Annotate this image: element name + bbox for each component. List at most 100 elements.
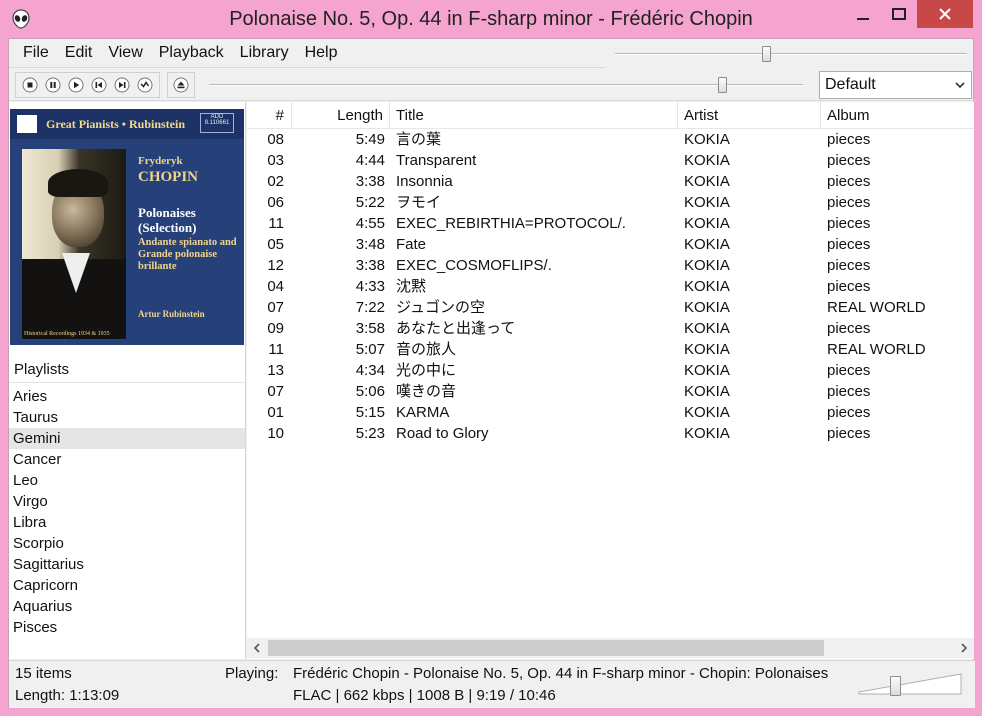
- column-album[interactable]: Album: [821, 102, 974, 129]
- track-row[interactable]: 03 4:44 Transparent KOKIA pieces: [247, 150, 974, 171]
- scroll-thumb[interactable]: [268, 640, 824, 656]
- status-volume-slider[interactable]: [857, 671, 963, 697]
- track-number: 13: [267, 362, 284, 379]
- track-number: 02: [267, 173, 284, 190]
- track-number: 03: [267, 152, 284, 169]
- random-icon: [137, 77, 153, 93]
- track-length: 5:22: [355, 194, 385, 211]
- playlist-item[interactable]: Gemini: [9, 428, 245, 449]
- play-button[interactable]: [66, 75, 86, 95]
- track-length: 7:22: [355, 299, 385, 316]
- seek-track: [209, 84, 803, 86]
- playlist-item[interactable]: Libra: [9, 512, 245, 533]
- playlist-item[interactable]: Aquarius: [9, 596, 245, 617]
- seek-thumb[interactable]: [718, 77, 727, 93]
- playlist-item[interactable]: Virgo: [9, 491, 245, 512]
- column-number[interactable]: #: [247, 102, 292, 129]
- menu-edit[interactable]: Edit: [58, 44, 100, 62]
- track-row[interactable]: 01 5:15 KARMA KOKIA pieces: [247, 402, 974, 423]
- track-row[interactable]: 04 4:33 沈黙 KOKIA pieces: [247, 276, 974, 297]
- track-row[interactable]: 07 7:22 ジュゴンの空 KOKIA REAL WORLD: [247, 297, 974, 318]
- track-row[interactable]: 05 3:48 Fate KOKIA pieces: [247, 234, 974, 255]
- status-volume-thumb[interactable]: [890, 676, 901, 696]
- track-row[interactable]: 12 3:38 EXEC_COSMOFLIPS/. KOKIA pieces: [247, 255, 974, 276]
- playlist-item[interactable]: Sagittarius: [9, 554, 245, 575]
- track-album: pieces: [827, 236, 871, 253]
- track-number: 07: [267, 383, 284, 400]
- stop-button[interactable]: [20, 75, 40, 95]
- track-album: pieces: [827, 131, 871, 148]
- dsp-preset-dropdown[interactable]: Default: [819, 71, 972, 99]
- random-button[interactable]: [135, 75, 155, 95]
- minimize-icon: [857, 18, 869, 20]
- track-title: Transparent: [396, 152, 477, 169]
- track-row[interactable]: 11 4:55 EXEC_REBIRTHIA=PROTOCOL/. KOKIA piec…: [247, 213, 974, 234]
- track-title: KARMA: [396, 404, 450, 421]
- pause-button[interactable]: [43, 75, 63, 95]
- album-performer: Artur Rubinstein: [138, 309, 205, 319]
- scroll-right-button[interactable]: [954, 638, 974, 658]
- track-artist: KOKIA: [684, 131, 730, 148]
- maximize-button[interactable]: [881, 0, 917, 28]
- track-length: 5:15: [355, 404, 385, 421]
- next-button[interactable]: [112, 75, 132, 95]
- previous-button[interactable]: [89, 75, 109, 95]
- stop-icon: [22, 77, 38, 93]
- volume-slider[interactable]: [615, 46, 967, 62]
- volume-track: [615, 53, 967, 55]
- track-number: 11: [268, 215, 284, 232]
- track-number: 04: [267, 278, 284, 295]
- playlist-item[interactable]: Cancer: [9, 449, 245, 470]
- track-title: 言の葉: [396, 131, 442, 148]
- scroll-left-button[interactable]: [247, 638, 267, 658]
- track-artist: KOKIA: [684, 341, 730, 358]
- playlist-item[interactable]: Aries: [9, 386, 245, 407]
- track-artist: KOKIA: [684, 425, 730, 442]
- seek-bar[interactable]: [209, 77, 803, 93]
- track-length: 3:58: [355, 320, 385, 337]
- next-icon: [114, 77, 130, 93]
- menu-playback[interactable]: Playback: [152, 44, 231, 62]
- playlist-item[interactable]: Taurus: [9, 407, 245, 428]
- volume-wedge: [858, 673, 962, 695]
- track-row[interactable]: 06 5:22 ヲモイ KOKIA pieces: [247, 192, 974, 213]
- track-row[interactable]: 08 5:49 言の葉 KOKIA pieces: [247, 129, 974, 150]
- column-header: # Length Title Artist Album: [247, 102, 974, 129]
- menu-library[interactable]: Library: [233, 44, 296, 62]
- eject-button[interactable]: [167, 72, 195, 98]
- track-album: pieces: [827, 257, 871, 274]
- playlist-item[interactable]: Capricorn: [9, 575, 245, 596]
- menu-help[interactable]: Help: [298, 44, 345, 62]
- track-rows: 08 5:49 言の葉 KOKIA pieces 03 4:44 Transparent KOK…: [247, 129, 974, 444]
- menu-view[interactable]: View: [101, 44, 149, 62]
- close-button[interactable]: [917, 0, 973, 28]
- track-row[interactable]: 02 3:38 Insonnia KOKIA pieces: [247, 171, 974, 192]
- pause-icon: [45, 77, 61, 93]
- track-row[interactable]: 13 4:34 光の中に KOKIA pieces: [247, 360, 974, 381]
- column-artist[interactable]: Artist: [678, 102, 821, 129]
- naxos-logo: [16, 114, 38, 134]
- track-artist: KOKIA: [684, 320, 730, 337]
- track-album: pieces: [827, 320, 871, 337]
- track-number: 06: [267, 194, 284, 211]
- volume-thumb[interactable]: [762, 46, 771, 62]
- track-row[interactable]: 07 5:06 嘆きの音 KOKIA pieces: [247, 381, 974, 402]
- chevron-right-icon: [961, 643, 968, 653]
- track-row[interactable]: 10 5:23 Road to Glory KOKIA pieces: [247, 423, 974, 444]
- column-title[interactable]: Title: [390, 102, 678, 129]
- track-length: 5:07: [355, 341, 385, 358]
- playlist-item[interactable]: Scorpio: [9, 533, 245, 554]
- horizontal-scrollbar[interactable]: [247, 638, 974, 658]
- chevron-left-icon: [253, 643, 260, 653]
- track-number: 09: [267, 320, 284, 337]
- track-title: 光の中に: [396, 362, 457, 379]
- track-row[interactable]: 09 3:58 あなたと出逢って KOKIA pieces: [247, 318, 974, 339]
- minimize-button[interactable]: [845, 0, 881, 28]
- left-panel: Great Pianists • Rubinstein ADD 8.110661…: [9, 102, 246, 659]
- playlist-item[interactable]: Leo: [9, 470, 245, 491]
- playlist-item[interactable]: Pisces: [9, 617, 245, 638]
- column-length[interactable]: Length: [292, 102, 390, 129]
- track-number: 11: [268, 341, 284, 358]
- menu-file[interactable]: File: [16, 44, 56, 62]
- track-row[interactable]: 11 5:07 音の旅人 KOKIA REAL WORLD: [247, 339, 974, 360]
